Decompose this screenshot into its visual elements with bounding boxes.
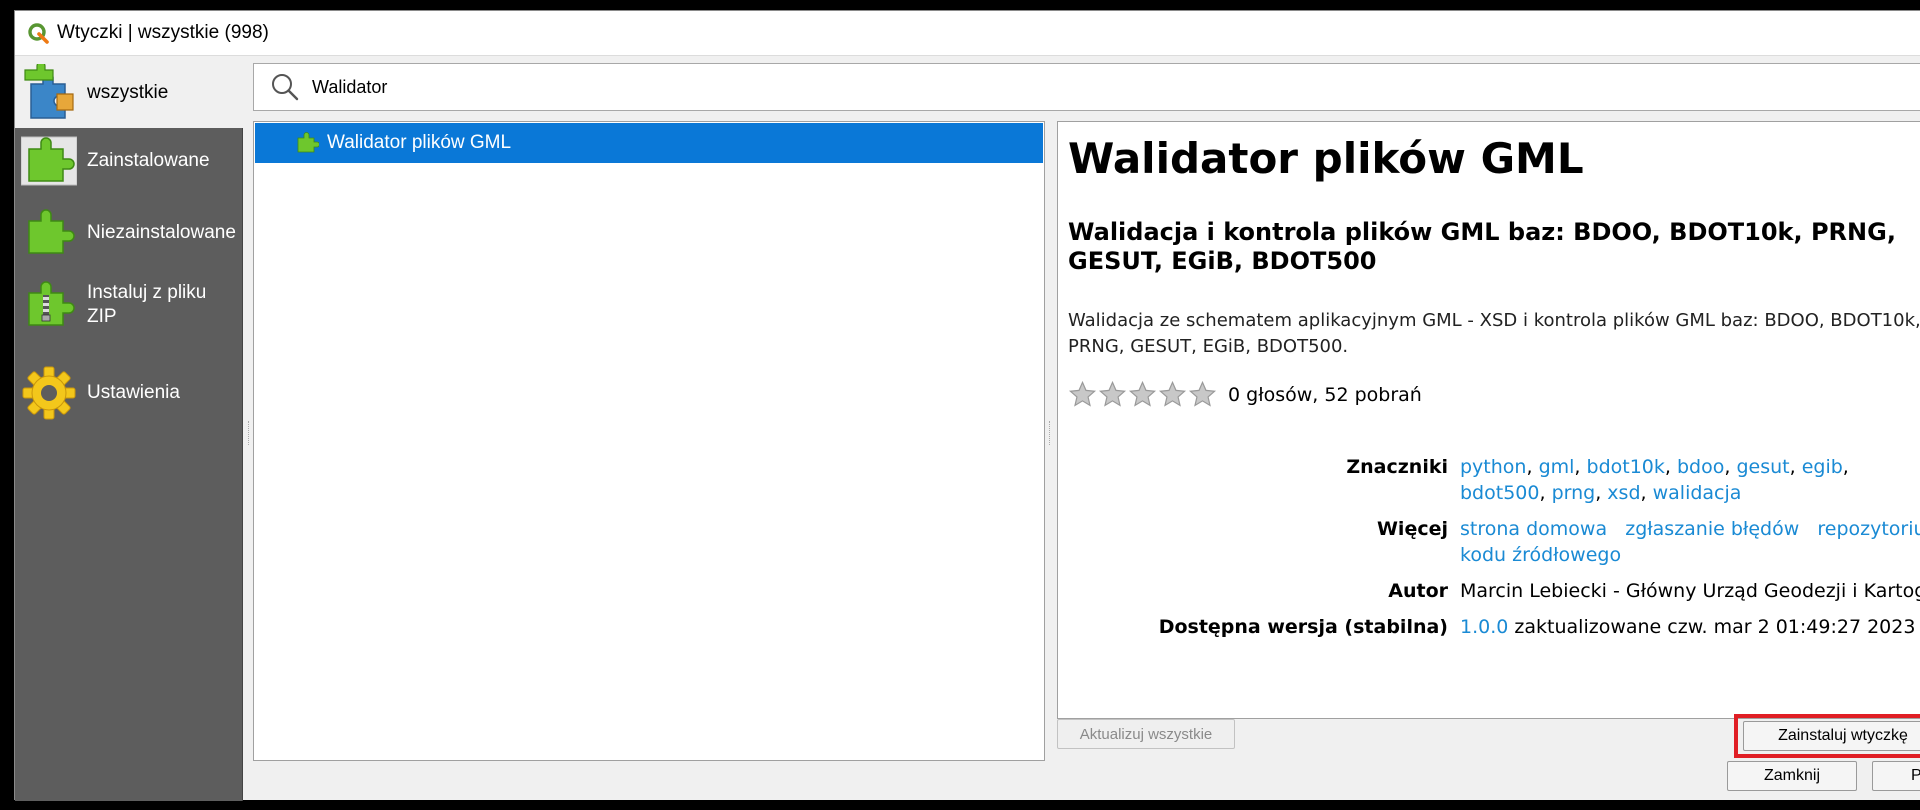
tag-link[interactable]: python (1460, 456, 1526, 478)
rating-text: 0 głosów, 52 pobrań (1228, 383, 1422, 406)
tag-link[interactable]: bdot500 (1460, 482, 1539, 504)
star-empty-icon (1158, 380, 1187, 407)
tag-link[interactable]: bdot10k (1587, 456, 1665, 478)
help-button[interactable]: Pomoc (1872, 761, 1920, 791)
sidebar-item-installed[interactable]: Zainstalowane (15, 132, 243, 190)
sidebar: Zainstalowane Niezainstalowane Instaluj … (15, 128, 243, 801)
star-empty-icon (1098, 380, 1127, 407)
search-input[interactable] (312, 76, 1812, 98)
sidebar-item-not-installed[interactable]: Niezainstalowane (15, 204, 243, 262)
puzzle-installed-icon (21, 136, 77, 186)
star-empty-icon (1188, 380, 1217, 407)
version-link[interactable]: 1.0.0 (1460, 616, 1508, 638)
tag-link[interactable]: bdoo (1677, 456, 1724, 478)
sidebar-item-label: Ustawienia (87, 382, 180, 403)
tag-link[interactable]: walidacja (1653, 482, 1742, 504)
rating: 0 głosów, 52 pobrań (1068, 380, 1422, 409)
bug-tracker-link[interactable]: zgłaszanie błędów (1625, 518, 1799, 540)
puzzle-not-installed-icon (28, 209, 75, 254)
tag-link[interactable]: egib (1802, 456, 1843, 478)
plugin-description: Walidacja ze schematem aplikacyjnym GML … (1068, 310, 1920, 357)
splitter-handle[interactable] (1049, 421, 1052, 445)
plugin-details-panel: Walidator plików GML Walidacja i kontrol… (1057, 121, 1920, 719)
sidebar-item-all[interactable]: wszystkie (15, 57, 251, 128)
sidebar-item-label: Instaluj z pliku ZIP (87, 282, 207, 327)
title-bar: Wtyczki | wszystkie (998) (15, 11, 1920, 56)
puzzle-all-icon (24, 63, 74, 119)
version-updated: zaktualizowane czw. mar 2 01:49:27 2023 (1514, 616, 1916, 638)
author-label: Autor (1388, 580, 1448, 602)
window-title: Wtyczki | wszystkie (998) (57, 22, 269, 43)
tag-link[interactable]: gesut (1736, 456, 1789, 478)
tag-link[interactable]: prng (1552, 482, 1596, 504)
plugin-title: Walidator plików GML (1068, 134, 1584, 183)
sidebar-item-label: wszystkie (87, 81, 169, 103)
author-value: Marcin Lebiecki - Główny Urząd Geodezji … (1460, 580, 1920, 602)
version-value: 1.0.0 zaktualizowane czw. mar 2 01:49:27… (1460, 614, 1920, 640)
list-item[interactable]: Walidator plików GML (255, 123, 1043, 163)
tags-label: Znaczniki (1346, 456, 1448, 478)
star-empty-icon (1128, 380, 1157, 407)
install-plugin-button[interactable]: Zainstaluj wtyczkę (1743, 721, 1920, 751)
splitter-handle[interactable] (248, 421, 251, 445)
homepage-link[interactable]: strona domowa (1460, 518, 1607, 540)
plugin-subtitle: Walidacja i kontrola plików GML baz: BDO… (1068, 218, 1896, 275)
qgis-logo-icon (28, 23, 49, 44)
more-label: Więcej (1376, 518, 1448, 540)
more-links: strona domowa zgłaszanie błędów repozyto… (1460, 516, 1920, 568)
sidebar-item-install-zip[interactable]: Instaluj z pliku ZIP (15, 276, 243, 334)
sidebar-item-label: Niezainstalowane (87, 222, 236, 243)
version-label: Dostępna wersja (stabilna) (1158, 616, 1448, 638)
sidebar-item-label: Zainstalowane (87, 150, 210, 171)
sidebar-item-settings[interactable]: Ustawienia (15, 364, 243, 422)
puzzle-zip-icon (28, 281, 75, 326)
tag-link[interactable]: xsd (1607, 482, 1640, 504)
search-icon (272, 74, 299, 101)
plugin-name: Walidator plików GML (327, 132, 512, 153)
star-empty-icon (1068, 380, 1097, 407)
gear-icon (22, 366, 76, 420)
plugin-manager-window: Wtyczki | wszystkie (998) wszystkie Zain… (14, 10, 1920, 801)
tag-link[interactable]: gml (1539, 456, 1575, 478)
search-box (253, 63, 1920, 111)
tags-list: python, gml, bdot10k, bdoo, gesut, egib,… (1460, 456, 1849, 504)
update-all-button[interactable]: Aktualizuj wszystkie (1057, 719, 1235, 749)
plugin-list[interactable]: Walidator plików GML (253, 121, 1045, 761)
close-button[interactable]: Zamknij (1727, 761, 1857, 791)
puzzle-plugin-icon (297, 132, 319, 153)
